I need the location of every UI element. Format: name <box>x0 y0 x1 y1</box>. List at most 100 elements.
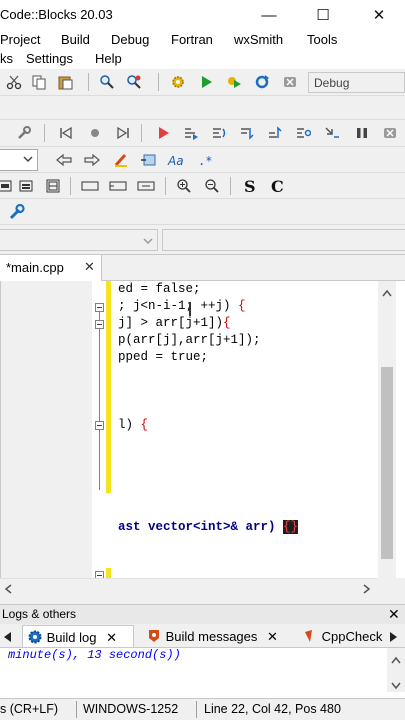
tab-scroll-left-icon[interactable] <box>4 630 12 645</box>
scroll-up-icon[interactable] <box>382 285 392 300</box>
pause-icon[interactable] <box>352 123 372 143</box>
wrench-icon[interactable] <box>14 123 34 143</box>
layout-grid-icon[interactable] <box>0 176 15 196</box>
code-line-9: ; j<n-i-1; ++j) { <box>118 299 246 313</box>
logs-tab-bar: Build log ✕ Build messages ✕ CppCheck <box>0 624 405 648</box>
fold-toggle-icon[interactable] <box>95 320 104 329</box>
jump-forward-icon[interactable] <box>82 150 102 170</box>
run-to-cursor-icon[interactable] <box>181 123 201 143</box>
scope-select[interactable] <box>0 149 38 171</box>
font-style-icon[interactable]: Aa <box>167 150 187 170</box>
rebuild-icon[interactable] <box>252 72 272 92</box>
code-line-22: ast vector<int>& arr) {} <box>118 520 299 534</box>
border-icon[interactable] <box>108 176 128 196</box>
editor-tab-bar: *main.cpp ✕ <box>0 255 405 281</box>
function-select[interactable] <box>162 229 405 251</box>
logs-close-icon[interactable]: ✕ <box>388 606 400 623</box>
menu-tools[interactable]: Tools <box>307 32 337 47</box>
debug-toolbar <box>0 120 405 147</box>
title-bar: Code::Blocks 20.03 — ☐ ✕ <box>0 0 405 30</box>
jump-back-icon[interactable] <box>54 150 74 170</box>
tab-scroll-right-icon[interactable] <box>390 630 398 645</box>
next-line-icon[interactable] <box>209 123 229 143</box>
mouse-ibeam-cursor <box>189 302 191 316</box>
class-scope-select[interactable] <box>0 229 158 251</box>
menu-project[interactable]: Project <box>0 32 40 47</box>
fold-toggle-icon[interactable] <box>95 303 104 312</box>
fold-toggle-icon[interactable] <box>95 421 104 430</box>
regex-icon[interactable]: .* <box>195 150 215 170</box>
logs-panel-header: Logs & others ✕ <box>0 604 405 624</box>
maximize-button[interactable]: ☐ <box>312 4 334 26</box>
logs-panel-title: Logs & others <box>2 607 77 621</box>
tab-close-icon[interactable]: ✕ <box>84 259 95 275</box>
run-icon[interactable] <box>196 72 216 92</box>
step-back-icon[interactable] <box>57 123 77 143</box>
code-line-11: p(arr[j],arr[j+1]); <box>118 333 261 347</box>
status-line-endings: s (CR+LF) <box>0 702 58 716</box>
stop-debugger-icon[interactable] <box>380 123 400 143</box>
resource-s-icon[interactable]: S <box>240 176 260 196</box>
code-editor[interactable]: 8 9 10 11 12 13 14 15 16 17 18 19 20 21 … <box>0 281 405 578</box>
toolbar-empty-row <box>0 96 405 120</box>
step-into-instruction-icon[interactable] <box>322 123 342 143</box>
step-out-icon[interactable] <box>265 123 285 143</box>
menu-settings[interactable]: Settings <box>26 51 73 66</box>
menu-plugins[interactable]: ks <box>0 51 13 66</box>
tab-cppcheck[interactable]: CppCheck <box>298 625 386 647</box>
code-line-12: pped = true; <box>118 350 209 364</box>
layout-box-icon[interactable] <box>16 176 36 196</box>
chevron-down-icon <box>23 153 33 167</box>
fold-toggle-icon[interactable] <box>95 571 104 578</box>
tab-main-cpp[interactable]: *main.cpp ✕ <box>0 255 102 281</box>
tab-build-log[interactable]: Build log ✕ <box>22 625 134 647</box>
scroll-up-icon[interactable] <box>391 652 401 667</box>
breakpoint-icon[interactable] <box>85 123 105 143</box>
log-vertical-scrollbar[interactable] <box>387 648 405 692</box>
paste-icon[interactable] <box>55 72 75 92</box>
replace-icon[interactable] <box>124 72 144 92</box>
minimize-button[interactable]: — <box>258 4 280 26</box>
menu-help[interactable]: Help <box>95 51 122 66</box>
highlighter-icon[interactable] <box>111 150 131 170</box>
menu-debug[interactable]: Debug <box>111 32 149 47</box>
changed-lines-marker <box>106 281 111 493</box>
next-instruction-icon[interactable] <box>293 123 313 143</box>
close-button[interactable]: ✕ <box>368 4 390 26</box>
fold-margin <box>92 281 106 578</box>
scroll-down-icon[interactable] <box>391 678 401 693</box>
layout-panel-icon[interactable] <box>43 176 63 196</box>
step-into-icon[interactable] <box>237 123 257 143</box>
cut-icon[interactable] <box>4 72 24 92</box>
tools-toolbar <box>0 199 405 225</box>
build-and-run-icon[interactable] <box>224 72 244 92</box>
copy-icon[interactable] <box>29 72 49 92</box>
find-icon[interactable] <box>97 72 117 92</box>
menu-build[interactable]: Build <box>61 32 90 47</box>
build-target-select[interactable]: Debug <box>308 72 405 93</box>
editor-horizontal-scrollbar[interactable] <box>0 578 377 594</box>
build-log-output[interactable]: minute(s), 13 second(s)) <box>0 648 405 692</box>
code-line-10: j] > arr[j+1]){ <box>118 316 231 330</box>
expand-icon[interactable] <box>136 176 156 196</box>
tab-close-icon[interactable]: ✕ <box>267 629 278 644</box>
abort-icon[interactable] <box>280 72 300 92</box>
resource-c-icon[interactable]: C <box>268 176 288 196</box>
svg-text:.*: .* <box>198 154 212 168</box>
build-log-text: minute(s), 13 second(s)) <box>8 648 181 662</box>
step-forward-icon[interactable] <box>112 123 132 143</box>
tab-close-icon[interactable]: ✕ <box>106 630 117 645</box>
build-gear-icon[interactable] <box>168 72 188 92</box>
line-number-gutter: 8 9 10 11 12 13 14 15 16 17 18 19 20 21 … <box>1 281 92 578</box>
tools-wrench-icon[interactable] <box>7 202 27 222</box>
spacer-icon[interactable] <box>80 176 100 196</box>
editor-scroll-thumb[interactable] <box>381 367 393 559</box>
zoom-out-icon[interactable] <box>202 176 222 196</box>
chevron-down-icon <box>143 235 153 249</box>
zoom-in-icon[interactable] <box>174 176 194 196</box>
menu-wxsmith[interactable]: wxSmith <box>234 32 283 47</box>
tab-build-messages[interactable]: Build messages ✕ <box>142 625 292 647</box>
debug-start-icon[interactable] <box>153 123 173 143</box>
doxy-block-icon[interactable] <box>139 150 159 170</box>
menu-fortran[interactable]: Fortran <box>171 32 213 47</box>
